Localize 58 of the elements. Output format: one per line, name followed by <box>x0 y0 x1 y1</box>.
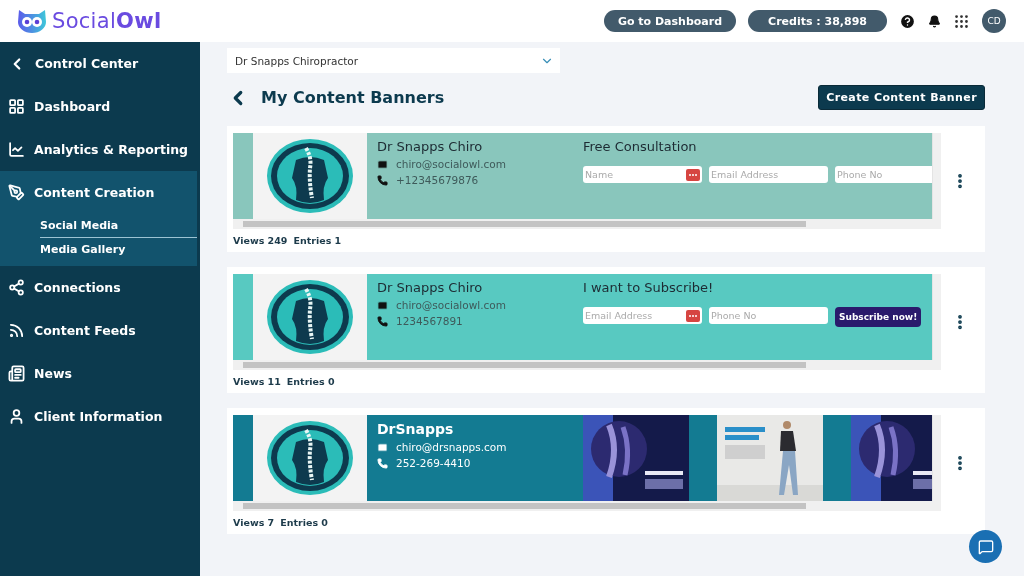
password-manager-icon <box>686 168 700 181</box>
views-count: Views 11 <box>233 376 281 387</box>
owl-logo-icon <box>16 8 48 34</box>
mail-icon <box>377 158 388 170</box>
business-name: DrSnapps <box>377 421 455 437</box>
credits-button[interactable]: Credits : 38,898 <box>748 10 887 32</box>
client-select[interactable]: Dr Snapps Chiropractor <box>227 48 560 73</box>
mail-icon <box>377 299 388 311</box>
help-icon[interactable] <box>899 12 916 30</box>
chat-icon <box>977 538 994 555</box>
chiropractic-logo-icon <box>266 279 354 355</box>
sidebar-item[interactable]: Dashboard <box>0 85 200 128</box>
app-logo: SocialOwl <box>52 9 162 33</box>
subscribe-button[interactable]: Subscribe now! <box>835 307 922 327</box>
business-name: Dr Snapps Chiro <box>377 139 484 154</box>
notifications-icon[interactable] <box>928 14 941 28</box>
nav-icon <box>8 279 25 296</box>
phone-icon <box>377 315 388 327</box>
create-content-banner-button[interactable]: Create Content Banner <box>818 85 985 110</box>
go-to-dashboard-button[interactable]: Go to Dashboard <box>603 10 737 32</box>
form-title: Free Consultation <box>583 139 698 154</box>
nav-icon <box>8 141 25 158</box>
views-count: Views 7 <box>233 517 275 528</box>
nav-icon <box>8 322 25 339</box>
sidebar-item[interactable]: Client Information <box>0 395 200 438</box>
phone-text: +12345679876 <box>396 174 479 186</box>
chiropractic-logo-icon <box>266 420 354 496</box>
sidebar-item[interactable]: Analytics & Reporting <box>0 128 200 171</box>
phone-icon <box>377 457 388 469</box>
sidebar-item[interactable]: News <box>0 352 200 395</box>
nav-icon <box>8 365 25 382</box>
sidebar-item[interactable]: Content Feeds <box>0 309 200 352</box>
nav-icon <box>8 184 25 201</box>
mail-icon <box>377 441 388 453</box>
entries-count: Entries 0 <box>280 517 328 528</box>
phone-text: 252-269-4410 <box>396 457 471 469</box>
business-name: Dr Snapps Chiro <box>377 280 484 295</box>
email-text: chiro@socialowl.com <box>396 299 506 311</box>
entries-count: Entries 1 <box>293 235 342 246</box>
password-manager-icon <box>686 309 700 322</box>
apps-grid-icon[interactable] <box>953 12 970 30</box>
sidebar-item[interactable]: Content Creation <box>0 171 197 214</box>
sidebar-item[interactable]: Connections <box>0 266 200 309</box>
chiropractic-logo-icon <box>266 138 354 214</box>
views-count: Views 249 <box>233 235 288 246</box>
sidebar-subitem[interactable]: Media Gallery <box>40 238 197 262</box>
phone-icon <box>377 174 388 186</box>
sidebar-subitem[interactable]: Social Media <box>40 214 197 238</box>
nav-icon <box>8 98 25 115</box>
nav-icon <box>8 408 25 425</box>
phone-text: 1234567891 <box>396 315 463 327</box>
entries-count: Entries 0 <box>286 376 335 387</box>
user-avatar[interactable]: CD <box>982 9 1006 33</box>
email-text: chiro@drsnapps.com <box>396 441 507 453</box>
control-center-link[interactable]: Control Center <box>0 42 200 85</box>
form-title: I want to Subscribe! <box>583 280 715 295</box>
email-text: chiro@socialowl.com <box>396 158 506 170</box>
page-title: My Content Banners <box>261 88 445 107</box>
